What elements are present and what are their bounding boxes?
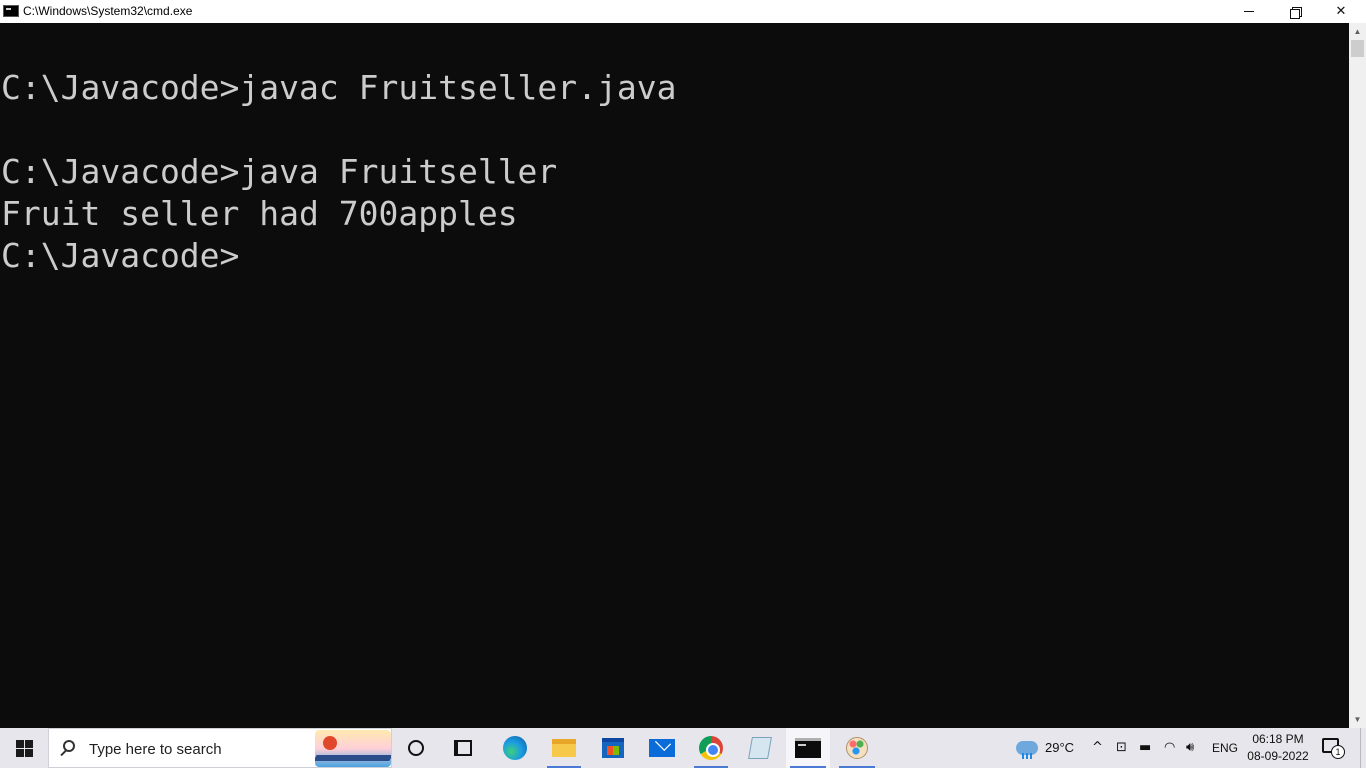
mail-taskbar-button[interactable]	[641, 728, 683, 768]
title-bar: C:\Windows\System32\cmd.exe ✕	[0, 0, 1366, 23]
mail-icon	[649, 739, 675, 757]
battery-icon[interactable]: ▬	[1139, 740, 1151, 755]
cortana-icon	[408, 740, 424, 756]
weather-temperature[interactable]: 29°C	[1045, 740, 1074, 755]
console-line: C:\Javacode>javac Fruitseller.java	[1, 68, 677, 107]
paint-icon	[846, 737, 868, 759]
meet-now-icon[interactable]: ⊡	[1116, 740, 1127, 755]
edge-taskbar-button[interactable]	[494, 728, 536, 768]
clock-time: 06:18 PM	[1252, 732, 1304, 746]
scroll-up-icon[interactable]: ▲	[1349, 23, 1366, 40]
clock-date: 08-09-2022	[1247, 749, 1309, 763]
notification-center-button[interactable]: 1	[1322, 738, 1345, 759]
task-view-button[interactable]	[443, 728, 483, 768]
windows-logo-icon	[15, 739, 33, 757]
console-line: Fruit seller had 700apples	[1, 194, 518, 233]
weather-button[interactable]	[1013, 728, 1041, 768]
file-explorer-taskbar-button[interactable]	[543, 728, 585, 768]
chrome-icon	[699, 736, 723, 760]
store-icon	[602, 738, 624, 758]
scroll-thumb[interactable]	[1351, 40, 1364, 57]
taskbar-search[interactable]: Type here to search	[48, 728, 392, 768]
edge-icon	[503, 736, 527, 760]
console-output[interactable]: C:\Javacode>javac Fruitseller.java C:\Ja…	[0, 23, 1349, 728]
system-clock[interactable]: 06:18 PM 08-09-2022	[1246, 731, 1310, 765]
scroll-down-icon[interactable]: ▼	[1349, 711, 1366, 728]
file-explorer-icon	[552, 739, 576, 757]
console-line: C:\Javacode>java Fruitseller	[1, 152, 558, 191]
minimize-icon	[1244, 11, 1254, 12]
notepad-taskbar-button[interactable]	[739, 728, 781, 768]
notepad-icon	[748, 737, 772, 759]
close-button[interactable]: ✕	[1318, 0, 1364, 23]
paint-taskbar-button[interactable]	[835, 728, 879, 768]
search-placeholder: Type here to search	[89, 741, 222, 758]
task-view-icon	[454, 740, 472, 756]
search-icon	[63, 740, 75, 752]
volume-icon[interactable]: 🔊︎	[1186, 740, 1194, 755]
chrome-taskbar-button[interactable]	[690, 728, 732, 768]
console-prompt: C:\Javacode>	[1, 236, 240, 275]
notification-count-badge: 1	[1331, 745, 1345, 759]
cmd-taskbar-button[interactable]	[786, 728, 830, 768]
window-title: C:\Windows\System32\cmd.exe	[23, 4, 193, 18]
search-highlight-image[interactable]	[315, 730, 391, 767]
rain-cloud-icon	[1016, 741, 1038, 759]
input-language[interactable]: ENG	[1212, 741, 1238, 755]
taskbar: Type here to search 29°C ^ ⊡ ▬ ◠ 🔊︎ ENG …	[0, 728, 1366, 768]
close-icon: ✕	[1335, 4, 1347, 19]
cmd-app-icon[interactable]	[3, 5, 19, 17]
minimize-button[interactable]	[1226, 0, 1272, 23]
start-button[interactable]	[0, 728, 48, 768]
cmd-icon	[795, 738, 821, 758]
restore-icon	[1290, 6, 1302, 19]
show-desktop-button[interactable]	[1360, 728, 1366, 768]
store-taskbar-button[interactable]	[592, 728, 634, 768]
wifi-icon[interactable]: ◠	[1164, 740, 1175, 755]
restore-button[interactable]	[1272, 0, 1318, 23]
cortana-button[interactable]	[396, 728, 436, 768]
vertical-scrollbar[interactable]: ▲ ▼	[1349, 23, 1366, 728]
show-hidden-icons-chevron-icon[interactable]: ^	[1092, 740, 1103, 755]
